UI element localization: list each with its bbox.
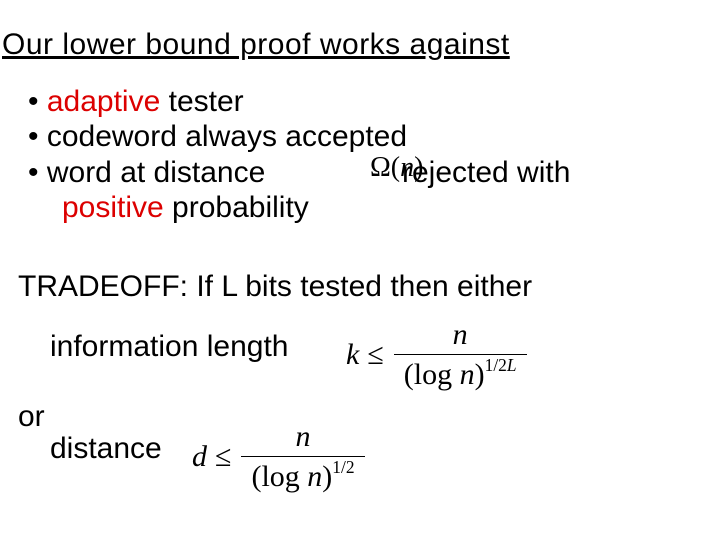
tradeoff-line: TRADEOFF: If L bits tested then either [18,270,532,304]
den-var: n [460,358,475,391]
numerator: n [286,420,321,454]
den-close: ) [475,358,485,391]
fraction-k: n (log n)1/2L [394,318,527,392]
formula-d: d ≤ n (log n)1/2 [192,420,365,494]
distance-label: distance [50,432,162,466]
den-close: ) [322,460,332,493]
bullet-text: • word at distance [28,156,265,189]
denominator: (log n)1/2 [241,459,364,494]
bullet-codeword: • codeword always accepted [28,119,570,154]
omega-open: Ω( [370,152,400,183]
omega-n-formula: Ω(n) [370,152,423,184]
numerator: n [443,318,478,352]
var-k: k [346,338,359,372]
den-open: (log [404,358,460,391]
bullet-text: probability [164,191,309,224]
omega-var: n [400,152,414,183]
den-exp: 1/2 [332,457,354,477]
bullet-distance-line2: positive probability [28,190,570,225]
slide: Our lower bound proof works against • ad… [0,0,720,540]
bullet-distance-line1: • word at distance rejected with [28,155,570,190]
or-label: or [18,400,45,434]
exp-L: L [507,355,517,375]
den-exp: 1/2L [485,355,517,375]
leq-symbol: ≤ [367,338,383,372]
denominator: (log n)1/2L [394,357,527,392]
bullet-text: tester [160,85,243,118]
bullet-text: rejected with [402,156,570,189]
den-open: (log [251,460,307,493]
var-d: d [192,440,207,474]
adaptive-word: adaptive [47,85,160,118]
den-var: n [307,460,322,493]
bullet-list: • adaptive tester • codeword always acce… [28,84,570,226]
information-length-label: information length [50,330,288,364]
bullet-marker: • [28,85,47,118]
bullet-adaptive: • adaptive tester [28,84,570,119]
formula-k: k ≤ n (log n)1/2L [346,318,527,392]
omega-close: ) [414,152,423,183]
slide-heading: Our lower bound proof works against [2,28,510,62]
positive-word: positive [62,191,164,224]
leq-symbol: ≤ [215,440,231,474]
fraction-d: n (log n)1/2 [241,420,364,494]
exp-num: 1/2 [485,355,507,375]
